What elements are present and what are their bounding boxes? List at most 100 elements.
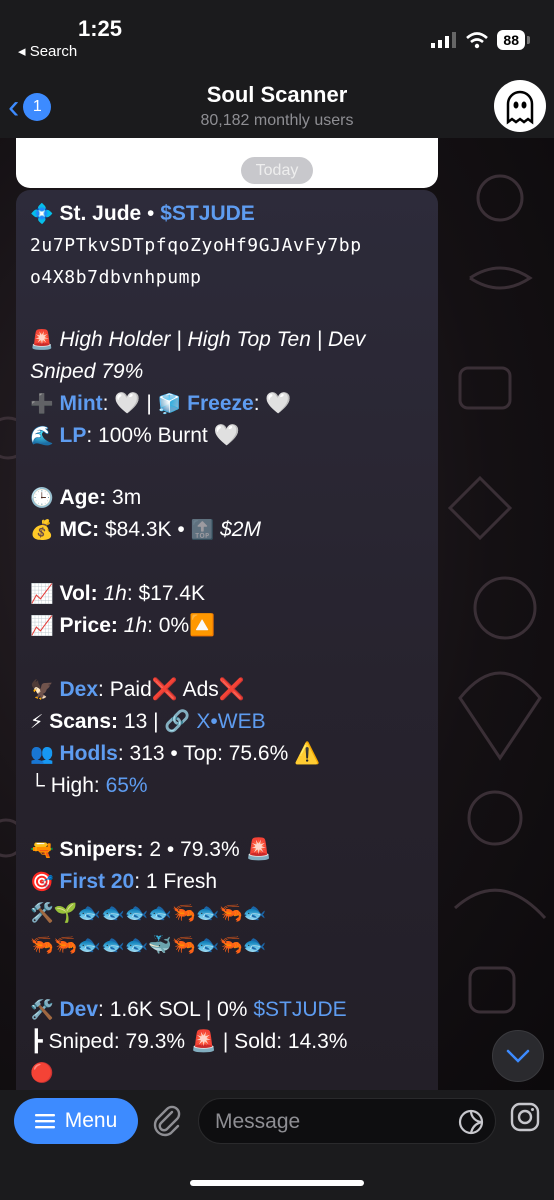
chat-title: Soul Scanner bbox=[206, 82, 348, 107]
dev-line: 🛠️ Dev: 1.6K SOL | 0% $STJUDE bbox=[30, 996, 347, 1025]
wifi-icon bbox=[466, 32, 489, 49]
battery-level: 88 bbox=[497, 30, 525, 50]
clock-icon: 🕒 bbox=[30, 488, 54, 509]
age-line: 🕒 Age: 3m bbox=[30, 484, 141, 513]
scans-label: Scans: bbox=[49, 710, 119, 733]
vol-value: : $17.4K bbox=[126, 582, 206, 605]
mint-value: : 🤍 | bbox=[102, 392, 158, 415]
hodls-value: : 313 • Top: 75.6% ⚠️ bbox=[117, 742, 321, 765]
camera-icon[interactable] bbox=[510, 1102, 540, 1132]
age-label: Age: bbox=[59, 486, 107, 509]
age-value: 3m bbox=[106, 486, 142, 509]
first20-value: : 1 Fresh bbox=[134, 870, 218, 893]
date-separator: Today bbox=[241, 157, 313, 184]
vol-label: Vol: bbox=[59, 582, 98, 605]
freeze-link[interactable]: Freeze bbox=[187, 392, 254, 415]
scans-value: 13 | 🔗 bbox=[118, 710, 197, 733]
snipers-label: Snipers: bbox=[59, 838, 144, 861]
scans-line: ⚡ Scans: 13 | 🔗 X•WEB bbox=[30, 708, 266, 737]
price-line: 📈 Price: 1h: 0%🔼 bbox=[30, 612, 215, 641]
paperclip-icon[interactable] bbox=[150, 1104, 184, 1138]
chart-up-icon: 📈 bbox=[30, 616, 54, 637]
high-line: └ High: 65% bbox=[30, 772, 148, 800]
chat-header: 1:25 ◂ Search 88 ‹ 1 Soul Scanner 80,182… bbox=[0, 0, 554, 138]
home-indicator bbox=[190, 1180, 364, 1186]
plus-icon: ➕ bbox=[30, 394, 54, 415]
signal-icon bbox=[431, 32, 457, 48]
risk-text1: High Holder | High Top Ten | Dev bbox=[59, 328, 366, 351]
money-bag-icon: 💰 bbox=[30, 520, 54, 541]
price-label: Price: bbox=[59, 614, 118, 637]
separator-dot: • bbox=[147, 202, 155, 225]
contract-address-line1[interactable]: 2u7PTkvSDTpfqoZyoHf9GJAvFy7bp bbox=[30, 232, 362, 260]
dex-link[interactable]: Dex bbox=[60, 678, 99, 701]
menu-label: Menu bbox=[64, 1109, 118, 1132]
risk-line1: 🚨 High Holder | High Top Ten | Dev bbox=[30, 326, 365, 355]
link-separator: • bbox=[210, 710, 218, 733]
snipers-value: 2 • 79.3% 🚨 bbox=[143, 838, 272, 861]
scroll-down-button[interactable] bbox=[492, 1030, 544, 1082]
input-bar: Menu bbox=[0, 1090, 554, 1200]
token-name: St. Jude bbox=[59, 202, 142, 225]
sticker-icon[interactable] bbox=[457, 1108, 485, 1136]
chevron-down-icon bbox=[506, 1049, 530, 1063]
people-icon: 👥 bbox=[30, 744, 54, 765]
mint-freeze-line: ➕ Mint: 🤍 | 🧊 Freeze: 🤍 bbox=[30, 390, 292, 419]
contract-address-line2[interactable]: o4X8b7dbvnhpump bbox=[30, 264, 202, 292]
freeze-value: : 🤍 bbox=[253, 392, 292, 415]
high-value-link[interactable]: 65% bbox=[106, 774, 148, 797]
hamburger-icon bbox=[34, 1114, 55, 1129]
battery-tip bbox=[527, 36, 530, 44]
mc-value: $84.3K • bbox=[99, 518, 191, 541]
token-title-line: 💠 St. Jude • $STJUDE bbox=[30, 200, 255, 229]
dev-sniped-line: ┣ Sniped: 79.3% 🚨 | Sold: 14.3% bbox=[30, 1030, 348, 1053]
message-input[interactable] bbox=[215, 1107, 445, 1137]
message-bubble[interactable]: 💠 St. Jude • $STJUDE 2u7PTkvSDTpfqoZyoHf… bbox=[16, 190, 438, 1090]
mc-line: 💰 MC: $84.3K • 🔝 $2M bbox=[30, 516, 261, 545]
lp-line: 🌊 LP: 100% Burnt 🤍 bbox=[30, 422, 240, 451]
message-field[interactable] bbox=[198, 1098, 496, 1144]
dex-value: : Paid❌ Ads❌ bbox=[98, 678, 245, 701]
chat-title-area[interactable]: Soul Scanner 80,182 monthly users bbox=[0, 82, 554, 130]
status-back-to-search[interactable]: ◂ Search bbox=[18, 42, 77, 60]
water-pistol-icon: 🔫 bbox=[30, 840, 54, 861]
volume-line: 📈 Vol: 1h: $17.4K bbox=[30, 580, 205, 609]
web-link[interactable]: WEB bbox=[218, 710, 266, 733]
holders-emoji-row1: 🛠️🌱🐟🐟🐟🐟🦐🐟🦐🐟 bbox=[30, 903, 267, 924]
lightning-icon: ⚡ bbox=[30, 712, 44, 733]
token-icon: 💠 bbox=[30, 204, 54, 225]
high-prefix: └ High: bbox=[30, 774, 106, 797]
hodls-line: 👥 Hodls: 313 • Top: 75.6% ⚠️ bbox=[30, 740, 320, 769]
wave-icon: 🌊 bbox=[30, 426, 54, 447]
price-value: : 0%🔼 bbox=[147, 614, 216, 637]
top-arrow-icon: 🔝 bbox=[190, 520, 215, 541]
menu-button[interactable]: Menu bbox=[14, 1098, 138, 1144]
mc-label: MC: bbox=[59, 518, 100, 541]
risk-line2: Sniped 79% bbox=[30, 360, 144, 383]
hodls-link[interactable]: Hodls bbox=[60, 742, 118, 765]
previous-message-bubble bbox=[16, 138, 438, 188]
eagle-icon: 🦅 bbox=[30, 680, 54, 701]
mc-top-value: $2M bbox=[220, 518, 261, 541]
dev-ticker-link[interactable]: $STJUDE bbox=[253, 998, 346, 1021]
alert-icon: 🚨 bbox=[30, 330, 54, 351]
lp-value: : 100% Burnt 🤍 bbox=[86, 424, 240, 447]
first20-link[interactable]: First 20 bbox=[60, 870, 135, 893]
holders-emoji-row2: 🦐🦐🐟🐟🐟🐳🦐🐟🦐🐟 bbox=[30, 935, 267, 956]
ghost-icon bbox=[506, 90, 534, 125]
target-icon: 🎯 bbox=[30, 872, 54, 893]
lp-link[interactable]: LP bbox=[60, 424, 87, 447]
mint-link[interactable]: Mint bbox=[60, 392, 103, 415]
snipers-line: 🔫 Snipers: 2 • 79.3% 🚨 bbox=[30, 836, 272, 865]
first20-line: 🎯 First 20: 1 Fresh bbox=[30, 868, 217, 897]
ticker-link[interactable]: $STJUDE bbox=[160, 202, 255, 225]
dev-value: : 1.6K SOL | 0% bbox=[98, 998, 254, 1021]
bot-avatar[interactable] bbox=[494, 80, 546, 132]
x-link[interactable]: X bbox=[196, 710, 210, 733]
chat-subtitle: 80,182 monthly users bbox=[200, 112, 354, 129]
tools-icon: 🛠️ bbox=[30, 1000, 54, 1021]
dev-link[interactable]: Dev bbox=[60, 998, 99, 1021]
dev-status-line: 🔴 bbox=[30, 1063, 54, 1084]
price-period: 1h bbox=[117, 614, 148, 637]
chart-up-icon: 📈 bbox=[30, 584, 54, 605]
